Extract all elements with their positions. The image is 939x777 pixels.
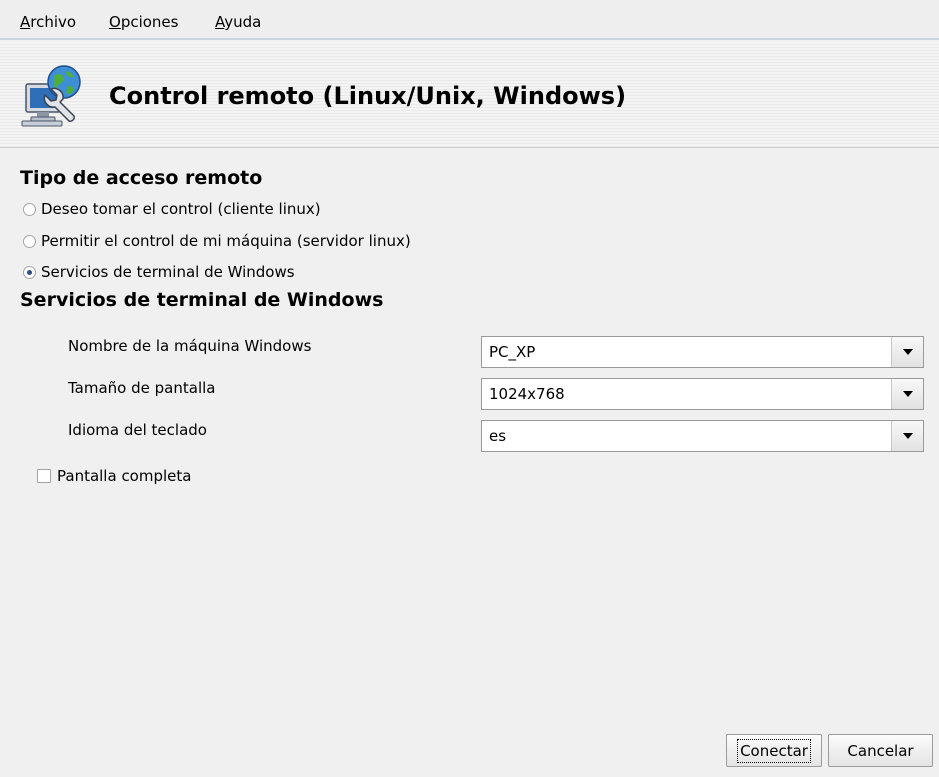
dropdown-arrow-icon[interactable] <box>891 421 923 451</box>
windows-machine-name-label: Nombre de la máquina Windows <box>68 337 312 355</box>
menu-ayuda-mnemonic: A <box>215 13 225 31</box>
cancel-button[interactable]: Cancelar <box>828 734 933 767</box>
page-title: Control remoto (Linux/Unix, Windows) <box>109 82 627 110</box>
cancel-button-label: Cancelar <box>847 741 914 760</box>
terminal-services-heading: Servicios de terminal de Windows <box>20 289 384 311</box>
radio-button[interactable] <box>23 234 36 248</box>
fullscreen-label: Pantalla completa <box>57 467 192 485</box>
dropdown-arrow-icon[interactable] <box>891 379 923 409</box>
header-banner: Control remoto (Linux/Unix, Windows) <box>0 42 939 148</box>
screen-size-combo[interactable]: 1024x768 <box>481 378 924 410</box>
keyboard-language-label: Idioma del teclado <box>68 421 207 439</box>
fullscreen-checkbox[interactable] <box>37 469 51 483</box>
screen-size-label: Tamaño de pantalla <box>68 379 216 397</box>
radio-windows-terminal-label: Servicios de terminal de Windows <box>41 263 295 281</box>
radio-button[interactable] <box>23 202 36 216</box>
remote-control-computer-icon <box>21 65 81 127</box>
windows-machine-name-combo[interactable]: PC_XP <box>481 336 924 368</box>
connect-button[interactable]: Conectar <box>726 734 822 767</box>
radio-button-selected[interactable] <box>23 265 36 279</box>
menu-opciones-mnemonic: O <box>109 13 121 31</box>
menu-archivo-mnemonic: A <box>20 13 31 31</box>
radio-server-linux[interactable]: Permitir el control de mi máquina (servi… <box>23 231 411 251</box>
menu-ayuda-label: yuda <box>224 13 262 31</box>
menu-archivo-label: rchivo <box>30 13 77 31</box>
screen-size-value[interactable]: 1024x768 <box>482 385 891 403</box>
menu-bar: Archivo Opciones Ayuda <box>0 0 939 40</box>
dropdown-arrow-icon[interactable] <box>891 337 923 367</box>
menu-opciones-label: pciones <box>120 13 179 31</box>
menu-ayuda[interactable]: Ayuda <box>215 13 261 31</box>
radio-client-linux-label: Deseo tomar el control (cliente linux) <box>41 200 321 218</box>
keyboard-language-value[interactable]: es <box>482 427 891 445</box>
fullscreen-checkbox-row[interactable]: Pantalla completa <box>37 466 191 486</box>
radio-client-linux[interactable]: Deseo tomar el control (cliente linux) <box>23 199 321 219</box>
radio-windows-terminal[interactable]: Servicios de terminal de Windows <box>23 262 295 282</box>
windows-machine-name-value[interactable]: PC_XP <box>482 343 891 361</box>
menu-opciones[interactable]: Opciones <box>109 13 178 31</box>
access-type-heading: Tipo de acceso remoto <box>20 167 263 189</box>
connect-button-label: Conectar <box>737 738 811 763</box>
keyboard-language-combo[interactable]: es <box>481 420 924 452</box>
menu-archivo[interactable]: Archivo <box>20 13 76 31</box>
radio-server-linux-label: Permitir el control de mi máquina (servi… <box>41 232 411 250</box>
